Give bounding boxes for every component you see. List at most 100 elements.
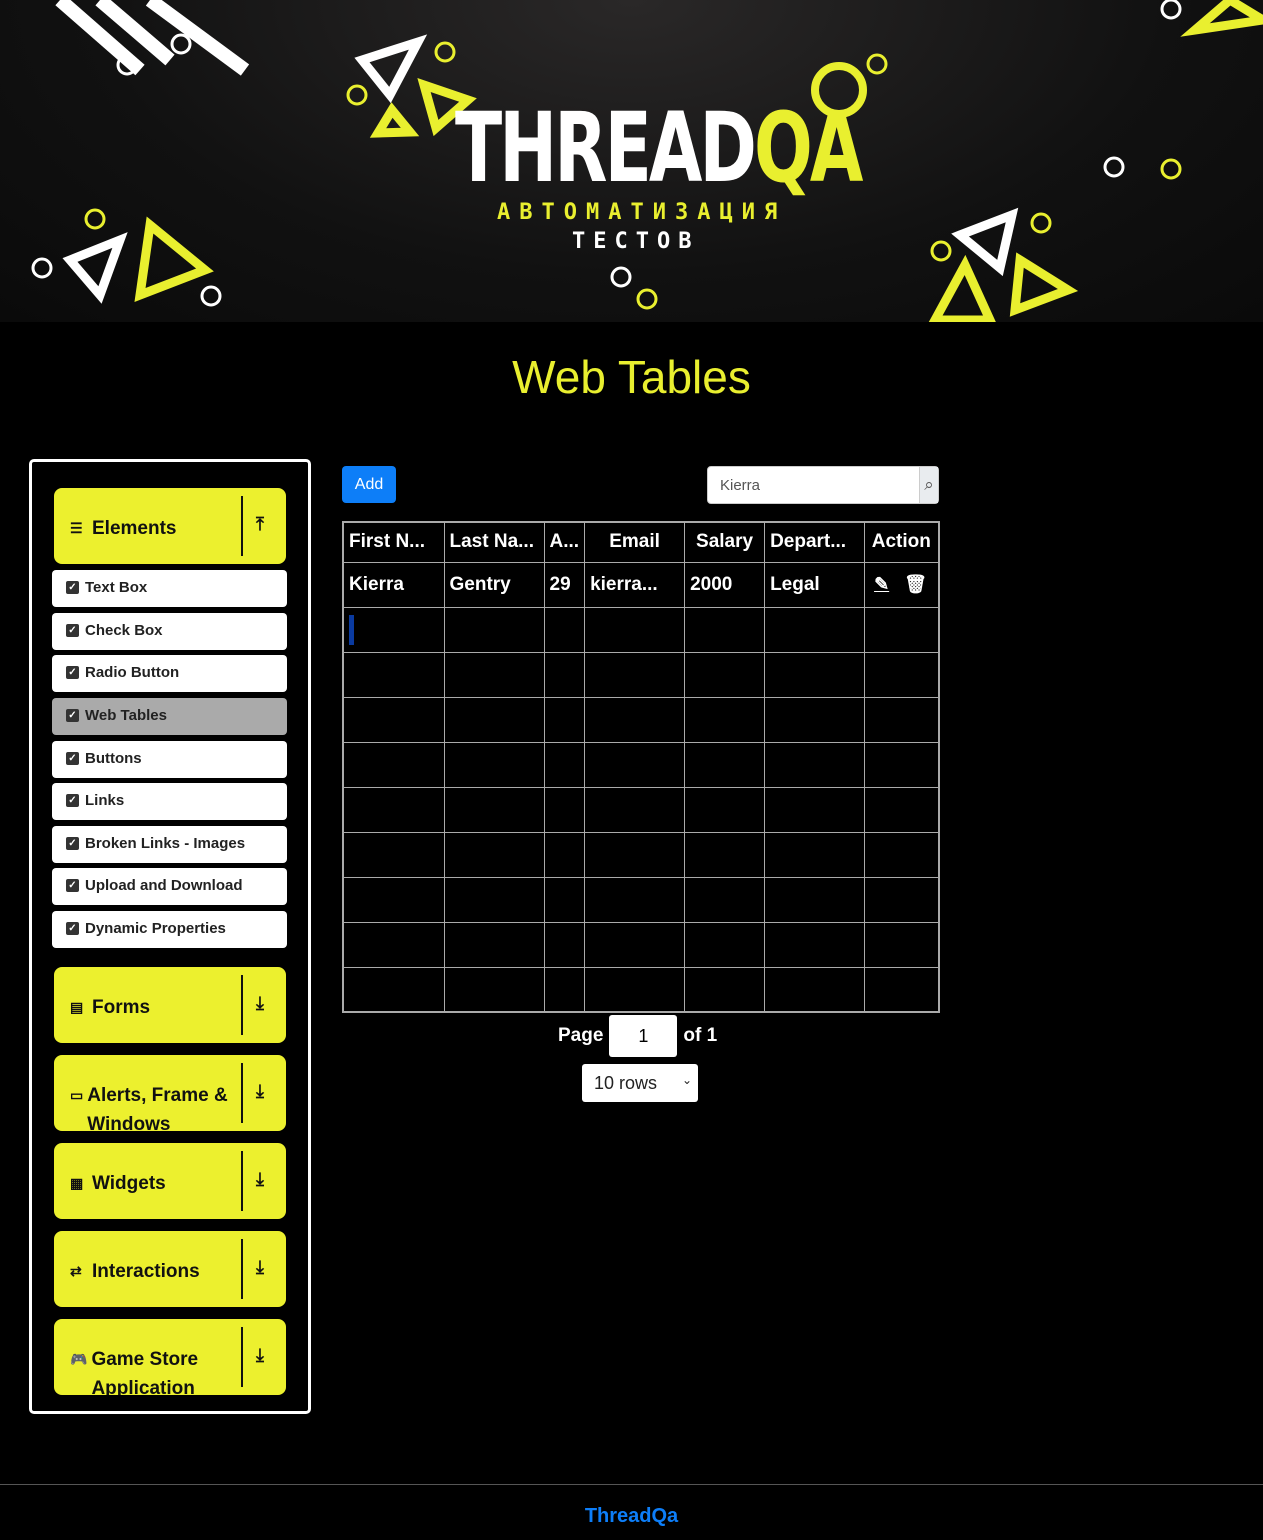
empty-cell (443, 651, 545, 698)
table-row-empty (342, 786, 940, 833)
sidebar-item-upload-download[interactable]: ✓ Upload and Download (52, 868, 287, 905)
page-count: of 1 (683, 1025, 718, 1046)
empty-cell (684, 651, 766, 698)
group-widgets[interactable]: ▦ Widgets ⤓ (54, 1143, 286, 1219)
sidebar-item-buttons[interactable]: ✓ Buttons (52, 741, 287, 778)
group-label: Alerts, Frame & Windows (87, 1085, 228, 1135)
table-row-empty (342, 606, 940, 653)
item-label: Buttons (85, 750, 142, 767)
checkbox-icon: ✓ (66, 709, 79, 722)
empty-cell (443, 786, 545, 833)
header-department[interactable]: Depart... (764, 521, 866, 563)
group-elements[interactable]: ☰ Elements ⤒ (54, 488, 286, 564)
checkbox-icon: ✓ (66, 624, 79, 637)
cell-department: Legal (764, 561, 866, 608)
empty-cell (764, 921, 866, 968)
group-game-store[interactable]: 🎮 Game Store Application ⤓ (54, 1319, 286, 1395)
sidebar-item-check-box[interactable]: ✓ Check Box (52, 613, 287, 650)
cell-email: kierra... (584, 561, 686, 608)
group-label: Elements (92, 518, 177, 539)
divider (241, 975, 243, 1035)
header-email[interactable]: Email (584, 521, 686, 563)
interactions-icon: ⇄ (70, 1263, 82, 1279)
empty-cell (864, 966, 940, 1013)
empty-cell (342, 696, 445, 743)
rows-select-value: 10 rows (594, 1073, 658, 1093)
sidebar-item-broken-links[interactable]: ✓ Broken Links - Images (52, 826, 287, 863)
empty-cell (864, 876, 940, 923)
checkbox-icon: ✓ (66, 837, 79, 850)
sidebar-item-web-tables[interactable]: ✓ Web Tables (52, 698, 287, 735)
empty-cell (684, 741, 766, 788)
delete-icon[interactable]: 🗑 (904, 574, 927, 594)
divider (241, 1151, 243, 1211)
empty-cell (543, 921, 586, 968)
page-label: Page (558, 1025, 604, 1046)
group-label: Widgets (92, 1173, 166, 1194)
item-label: Text Box (85, 579, 148, 596)
sidebar-item-text-box[interactable]: ✓ Text Box (52, 570, 287, 607)
search-input[interactable] (708, 467, 919, 503)
empty-cell (764, 696, 866, 743)
table-row-empty (342, 741, 940, 788)
empty-cell (342, 921, 445, 968)
sidebar-item-dynamic-properties[interactable]: ✓ Dynamic Properties (52, 911, 287, 948)
empty-cell (764, 876, 866, 923)
expand-arrow-icon[interactable]: ⤓ (256, 1345, 264, 1366)
empty-cell (684, 966, 766, 1013)
expand-arrow-icon[interactable]: ⤓ (256, 993, 264, 1014)
empty-cell (764, 831, 866, 878)
item-label: Check Box (85, 622, 163, 639)
sidebar-item-links[interactable]: ✓ Links (52, 783, 287, 820)
header-first-name[interactable]: First N... (342, 521, 445, 563)
checkbox-icon: ✓ (66, 794, 79, 807)
header-age[interactable]: A... (543, 521, 586, 563)
sidebar-item-radio-button[interactable]: ✓ Radio Button (52, 655, 287, 692)
empty-cell (342, 831, 445, 878)
expand-arrow-icon[interactable]: ⤓ (256, 1169, 264, 1190)
empty-cell (764, 606, 866, 653)
table-row-empty (342, 651, 940, 698)
edit-icon[interactable]: ✎ (874, 574, 889, 594)
empty-cell (543, 876, 586, 923)
footer-brand[interactable]: ThreadQa (585, 1505, 678, 1527)
rows-per-page-select[interactable]: 10 rows ⌄ (582, 1064, 698, 1102)
empty-cell (864, 696, 940, 743)
table-row-empty (342, 876, 940, 923)
group-interactions[interactable]: ⇄ Interactions ⤓ (54, 1231, 286, 1307)
empty-cell (584, 921, 686, 968)
empty-cell (764, 651, 866, 698)
empty-cell (864, 606, 940, 653)
group-alerts[interactable]: ▭ Alerts, Frame & Windows ⤓ (54, 1055, 286, 1135)
search-icon[interactable]: ⌕ (919, 467, 938, 503)
widgets-icon: ▦ (70, 1175, 84, 1191)
expand-arrow-icon[interactable]: ⤓ (256, 1081, 264, 1102)
item-label: Web Tables (85, 707, 167, 724)
header-last-name[interactable]: Last Na... (443, 521, 545, 563)
divider (241, 1327, 243, 1387)
empty-cell (443, 966, 545, 1013)
add-button[interactable]: Add (342, 466, 396, 503)
header-salary[interactable]: Salary (684, 521, 766, 563)
empty-cell (342, 651, 445, 698)
header-banner: THREADQA АВТОМАТИЗАЦИЯ ТЕСТОВ (0, 0, 1263, 322)
empty-cell (342, 606, 445, 653)
group-label: Game Store Application (91, 1349, 199, 1395)
empty-cell (684, 786, 766, 833)
divider (241, 496, 243, 556)
empty-cell (543, 651, 586, 698)
empty-cell (684, 696, 766, 743)
page-input[interactable] (609, 1015, 678, 1057)
group-forms[interactable]: ▤ Forms ⤓ (54, 967, 286, 1043)
expand-arrow-icon[interactable]: ⤓ (256, 1257, 264, 1278)
empty-cell (684, 876, 766, 923)
item-label: Upload and Download (85, 877, 243, 894)
collapse-arrow-icon[interactable]: ⤒ (256, 514, 264, 535)
empty-cell (864, 786, 940, 833)
item-label: Dynamic Properties (85, 920, 226, 937)
pagination: Page of 1 (558, 1015, 717, 1057)
empty-cell (684, 921, 766, 968)
table-row-empty (342, 966, 940, 1013)
table-row: Kierra Gentry 29 kierra... 2000 Legal ✎ … (342, 561, 940, 608)
empty-cell (584, 966, 686, 1013)
